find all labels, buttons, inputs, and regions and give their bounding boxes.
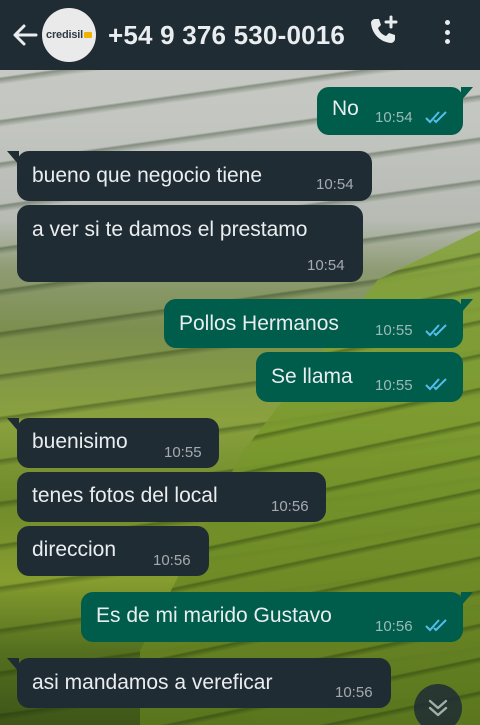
message-text: Es de mi marido Gustavo <box>96 604 332 627</box>
message-text: tenes fotos del local <box>32 484 218 507</box>
message-bubble-incoming[interactable]: bueno que negocio tiene 10:54 <box>7 151 372 201</box>
message-time: 10:55 <box>375 377 413 394</box>
double-check-icon <box>425 619 447 632</box>
avatar[interactable]: credisil <box>42 8 96 62</box>
message-bubble-incoming[interactable]: buenisimo 10:55 <box>7 418 219 468</box>
message-bubble-outgoing[interactable]: Pollos Hermanos 10:55 <box>164 299 473 348</box>
double-check-icon <box>425 111 447 124</box>
message-text: Se llama <box>271 365 353 388</box>
double-check-icon <box>425 324 447 337</box>
message-text: a ver si te damos el prestamo <box>32 218 308 241</box>
message-time: 10:55 <box>164 444 202 461</box>
message-bubble-incoming[interactable]: asi mandamos a vereficar 10:56 <box>7 658 391 708</box>
contact-name[interactable]: +54 9 376 530-0016 <box>108 20 345 51</box>
message-bubble-incoming[interactable]: tenes fotos del local 10:56 <box>17 472 326 522</box>
message-time: 10:56 <box>153 552 191 569</box>
chevron-double-down-icon <box>428 699 448 717</box>
double-check-icon <box>425 378 447 391</box>
back-arrow-icon[interactable] <box>10 20 40 50</box>
message-time: 10:56 <box>335 684 373 701</box>
message-bubble-outgoing[interactable]: Se llama 10:55 <box>256 352 463 402</box>
message-text: bueno que negocio tiene <box>32 164 263 187</box>
message-bubble-outgoing[interactable]: Es de mi marido Gustavo 10:56 <box>81 592 473 642</box>
message-time: 10:54 <box>307 257 345 274</box>
message-time: 10:56 <box>375 618 413 635</box>
message-bubble-incoming[interactable]: a ver si te damos el prestamo 10:54 <box>17 205 363 282</box>
message-text: direccion <box>32 538 117 561</box>
scroll-to-bottom-button[interactable] <box>414 684 462 725</box>
phone-plus-icon[interactable] <box>366 14 400 48</box>
message-time: 10:54 <box>316 176 354 193</box>
message-time: 10:54 <box>375 109 413 126</box>
chat-header: credisil +54 9 376 530-0016 <box>0 0 480 70</box>
three-dots-menu-icon[interactable] <box>432 16 462 48</box>
message-text: No <box>332 97 359 120</box>
message-bubble-incoming[interactable]: direccion 10:56 <box>17 526 209 576</box>
message-bubble-outgoing[interactable]: No 10:54 <box>317 87 473 135</box>
avatar-logo: credisil <box>46 29 92 41</box>
message-text: asi mandamos a vereficar <box>32 671 273 694</box>
message-time: 10:56 <box>271 498 309 515</box>
message-text: buenisimo <box>32 430 128 453</box>
message-time: 10:55 <box>375 322 413 339</box>
message-text: Pollos Hermanos <box>179 312 339 335</box>
